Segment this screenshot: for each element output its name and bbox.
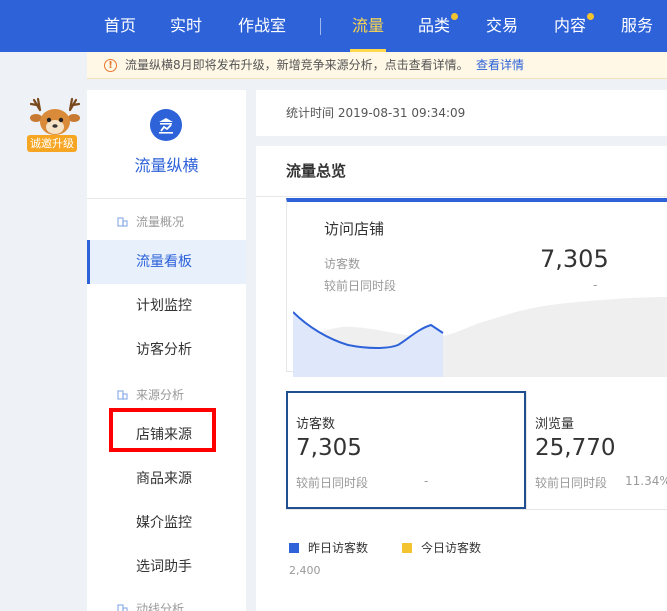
traffic-overview-panel: 流量总览 访问店铺 访客数 较前日同时段 7,305 - 访客数 7,305 较… [256,146,667,611]
legend-today[interactable]: 今日访客数 [402,539,481,556]
metric-compare-value: 11.34% [625,474,667,488]
legend-swatch [402,543,412,553]
building-icon [117,389,128,400]
sidebar-group-source-analysis: 来源分析 [117,386,184,403]
sidebar-group-traffic-overview: 流量概况 [117,213,184,230]
new-dot-icon [587,13,595,20]
metric-value: 7,305 [296,435,362,461]
sidebar: 流量纵横 流量概况 流量看板 计划监控 访客分析 来源分析 店铺来源 商品来源 … [87,90,246,611]
sidebar-item-traffic-board[interactable]: 流量看板 [87,240,246,284]
metric-card-visitors[interactable]: 访客数 7,305 较前日同时段 - [286,391,526,509]
nav-service[interactable]: 服务 [621,0,653,52]
compare-value: - [593,278,598,292]
new-dot-icon [451,13,459,20]
nav-trade[interactable]: 交易 [486,0,518,52]
visitors-label: 访客数 [324,257,361,271]
visit-shop-title: 访问店铺 [324,220,385,238]
highlight-box [109,408,216,452]
nav-category[interactable]: 品类 [418,0,459,52]
visit-shop-card[interactable]: 访问店铺 访客数 较前日同时段 7,305 - [286,198,667,377]
stat-time: 统计时间 2019-08-31 09:34:09 [256,90,667,136]
notice-text: 流量纵横8月即将发布升级，新增竞争来源分析，点击查看详情。 [125,58,469,72]
notice-bar: ! 流量纵横8月即将发布升级，新增竞争来源分析，点击查看详情。 查看详情 [87,52,667,79]
building-icon [117,216,128,227]
sidebar-group-path-analysis: 动线分析 [117,600,184,611]
nav-content[interactable]: 内容 [554,0,595,52]
compare-label: 较前日同时段 [324,279,397,293]
upgrade-badge[interactable]: 诚邀升级 [27,135,77,152]
visitor-trend-sparkline [293,297,667,377]
panel-title: 流量总览 [286,162,347,180]
chart-building-icon [150,109,182,141]
sidebar-item-visitor-analysis[interactable]: 访客分析 [87,328,246,372]
y-axis-tick: 2,400 [289,564,321,577]
top-nav: 首页 实时 作战室 流量 品类 交易 内容 服务 [0,0,667,52]
nav-traffic[interactable]: 流量 [349,0,387,52]
divider [256,196,667,197]
metric-compare-label: 较前日同时段 [535,476,608,490]
nav-realtime[interactable]: 实时 [170,0,202,52]
divider [87,198,246,199]
sidebar-title: 流量纵横 [134,156,199,175]
sidebar-item-keyword-helper[interactable]: 选词助手 [87,545,246,589]
sidebar-item-product-source[interactable]: 商品来源 [87,457,246,501]
nav-home[interactable]: 首页 [104,0,136,52]
building-icon [117,603,128,611]
metric-card-pageviews[interactable]: 浏览量 25,770 较前日同时段 11.34% [527,391,667,509]
nav-separator [320,18,321,35]
metric-label: 访客数 [296,417,336,432]
metric-compare-label: 较前日同时段 [296,476,369,490]
divider [286,509,667,510]
notice-detail-link[interactable]: 查看详情 [476,52,524,79]
metric-value: 25,770 [535,435,616,461]
visitors-value: 7,305 [540,245,609,273]
legend-yesterday[interactable]: 昨日访客数 [289,539,368,556]
warning-icon: ! [104,59,117,72]
sidebar-item-media-monitor[interactable]: 媒介监控 [87,501,246,545]
metric-compare-value: - [424,474,429,488]
legend-swatch [289,543,299,553]
metric-label: 浏览量 [535,417,575,432]
sidebar-item-plan-monitor[interactable]: 计划监控 [87,284,246,328]
nav-war-room[interactable]: 作战室 [238,0,286,52]
